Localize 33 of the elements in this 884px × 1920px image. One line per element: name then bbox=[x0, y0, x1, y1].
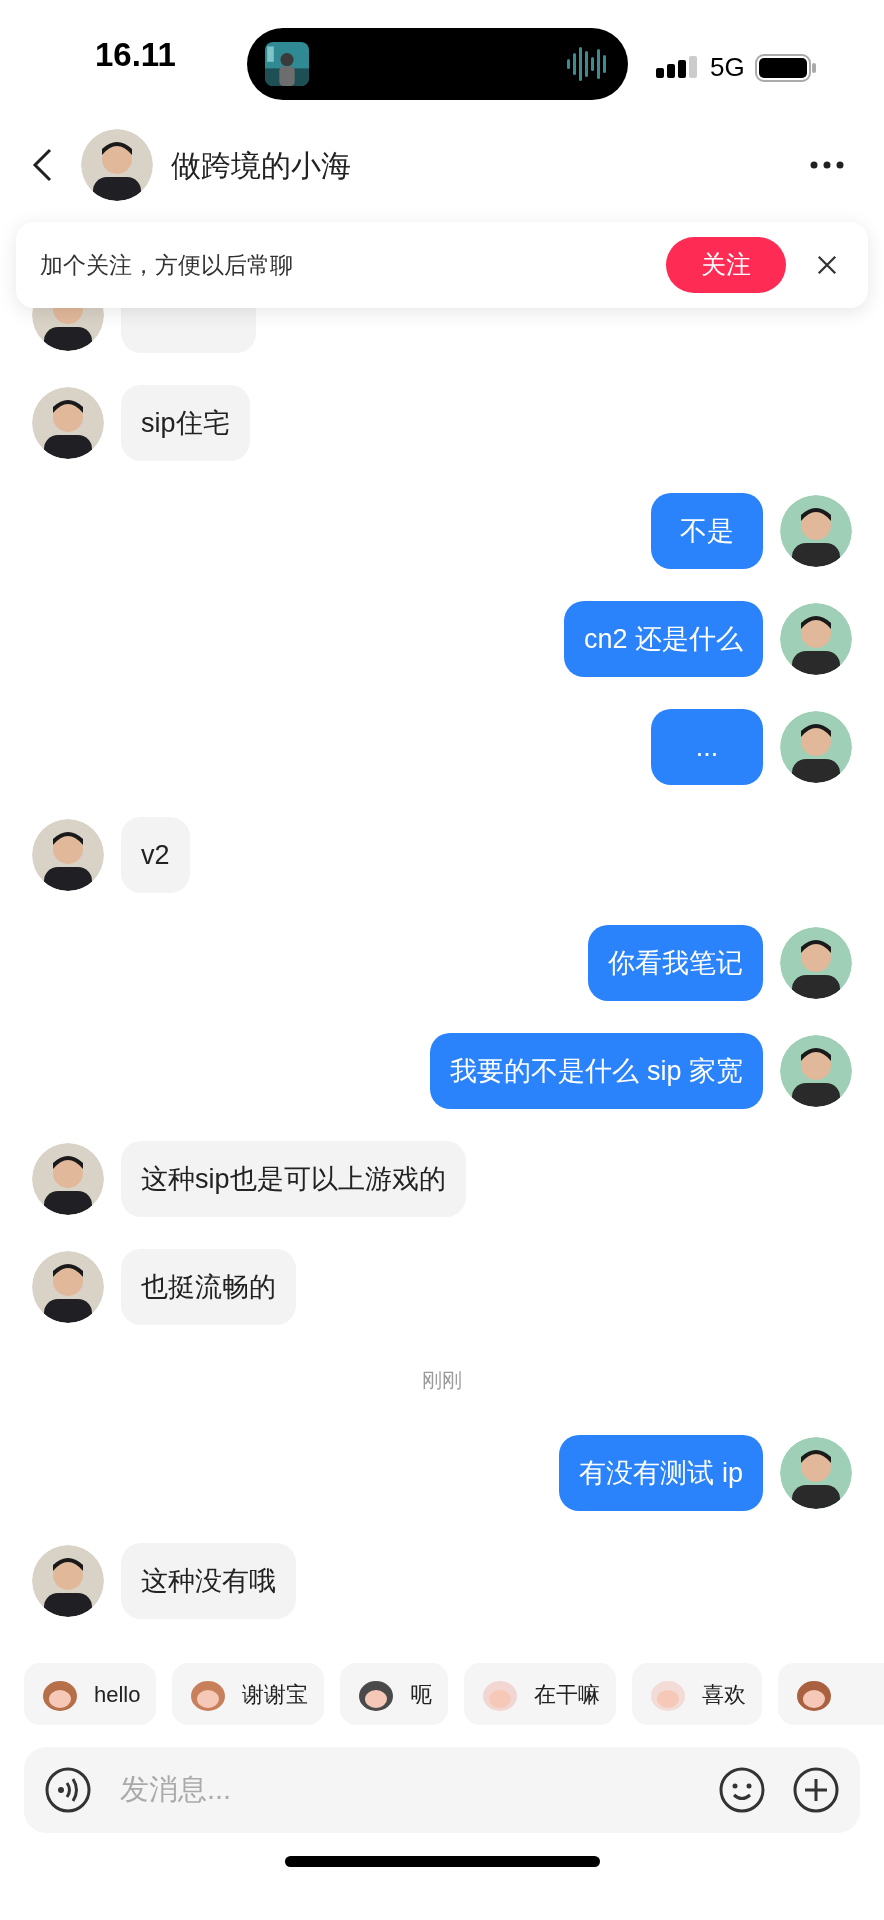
quick-reply-chip[interactable]: hello bbox=[24, 1663, 157, 1725]
timestamp: 刚刚 bbox=[422, 1368, 462, 1393]
banner-text: 加个关注，方便以后常聊 bbox=[40, 250, 293, 280]
message-bubble: 这种没有哦 bbox=[121, 1543, 296, 1619]
emoji-icon[interactable] bbox=[718, 1766, 766, 1814]
message-composer[interactable]: 发消息... bbox=[24, 1747, 860, 1833]
message-bubble: cn2 还是什么 bbox=[563, 601, 763, 677]
quick-reply-chip[interactable]: 呃 bbox=[340, 1663, 449, 1725]
message-bubble: sip住宅 bbox=[121, 385, 250, 461]
message-bubble: 不是 bbox=[651, 493, 763, 569]
network-label: 5G bbox=[710, 51, 745, 84]
status-time: 16.11 bbox=[95, 35, 176, 76]
message-bubble: 你看我笔记 bbox=[588, 925, 763, 1001]
voice-icon[interactable] bbox=[44, 1766, 92, 1814]
message-bubble: 也挺流畅的 bbox=[121, 1249, 296, 1325]
quick-reply-chip[interactable]: 在干嘛 bbox=[464, 1663, 617, 1725]
more-icon[interactable] bbox=[810, 161, 844, 169]
quick-reply-chip[interactable]: 谢谢宝 bbox=[172, 1663, 325, 1725]
chat-title: 做跨境的小海 bbox=[171, 147, 351, 184]
quick-reply-chip[interactable]: 喜欢 bbox=[632, 1663, 763, 1725]
add-icon[interactable] bbox=[792, 1766, 840, 1814]
follow-button[interactable]: 关注 bbox=[666, 237, 786, 293]
message-bubble: ... bbox=[651, 709, 763, 785]
message-bubble: v2 bbox=[121, 817, 190, 893]
message-input[interactable]: 发消息... bbox=[120, 1768, 718, 1812]
battery-icon bbox=[754, 53, 817, 82]
signal-icon bbox=[656, 55, 700, 80]
quick-reply-chip[interactable] bbox=[778, 1663, 884, 1725]
message-bubble: 我要的不是什么 sip 家宽 bbox=[430, 1033, 763, 1109]
message-bubble: 有没有测试 ip bbox=[559, 1435, 763, 1511]
message-bubble: 这种sip也是可以上游戏的 bbox=[121, 1141, 466, 1217]
close-icon[interactable] bbox=[816, 254, 838, 276]
back-icon[interactable] bbox=[30, 147, 54, 183]
